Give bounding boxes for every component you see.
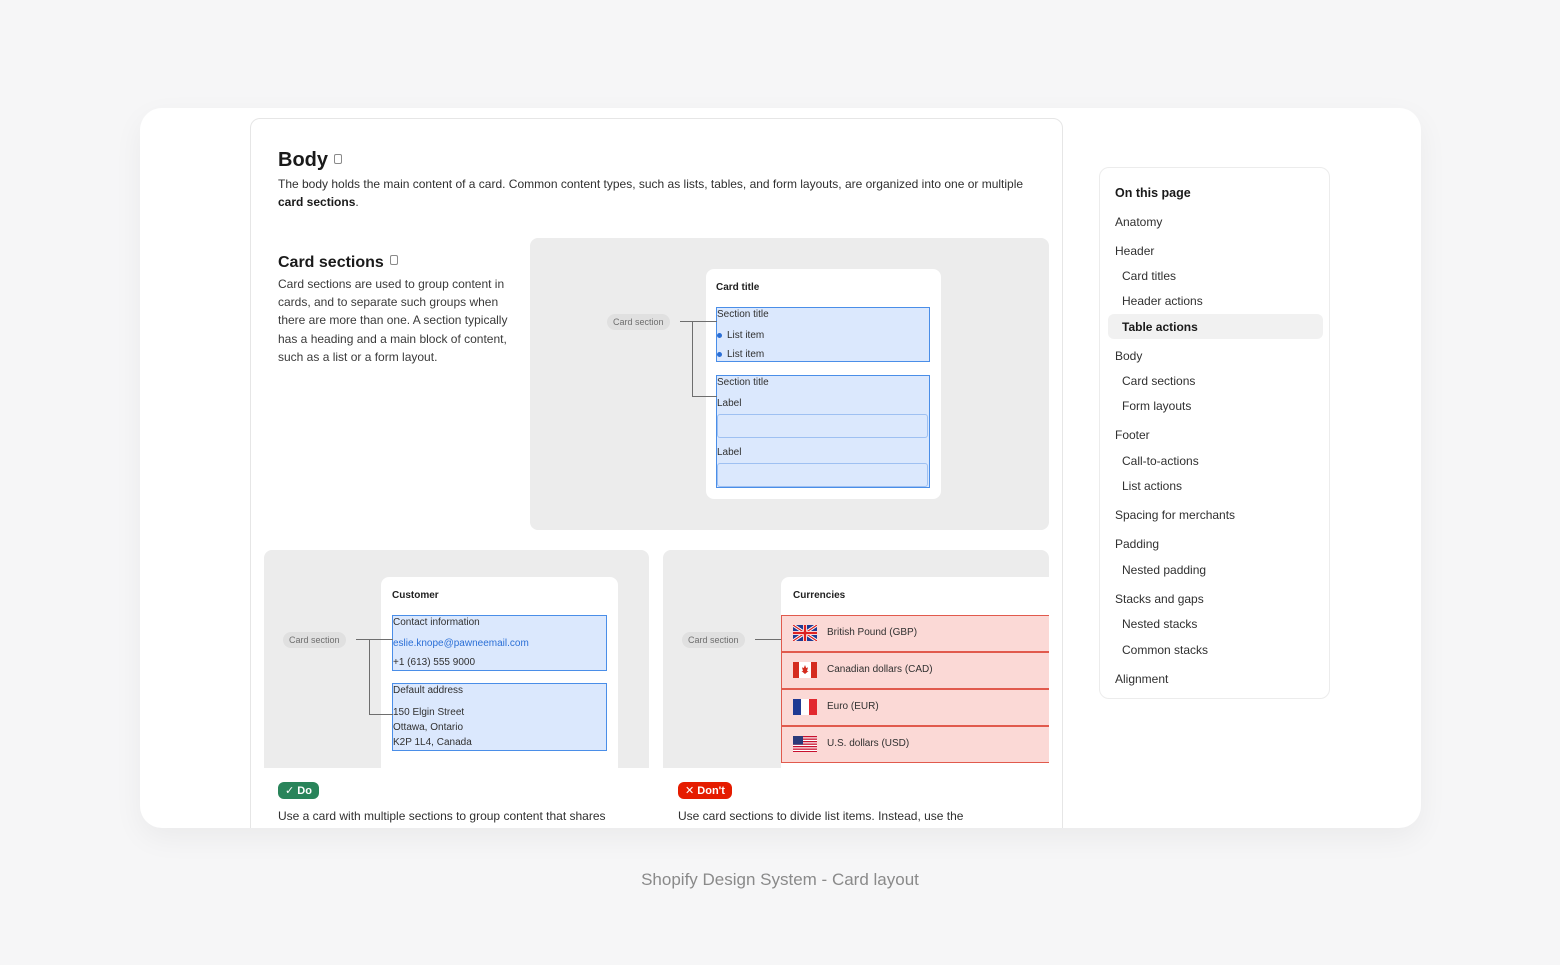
image-caption: Shopify Design System - Card layout xyxy=(641,870,919,889)
text-field xyxy=(717,414,928,438)
toc-item-list-actions[interactable]: List actions xyxy=(1122,479,1182,493)
card-title: Customer xyxy=(392,590,439,601)
card-title: Card title xyxy=(716,282,760,293)
toc-item-header-actions[interactable]: Header actions xyxy=(1122,294,1203,308)
list-item: List item xyxy=(727,349,765,360)
toc-item-call-to-actions[interactable]: Call-to-actions xyxy=(1122,454,1199,468)
toc-item-form-layouts[interactable]: Form layouts xyxy=(1122,399,1191,413)
connector-line xyxy=(369,714,393,715)
currency-row: British Pound (GBP) xyxy=(781,615,1049,652)
card-sections-description: Card sections are used to group content … xyxy=(278,277,508,364)
list-item: List item xyxy=(727,330,765,341)
toc-title: On this page xyxy=(1115,186,1191,200)
card-sections-heading: Card sections xyxy=(278,254,398,272)
card-title: Currencies xyxy=(793,590,846,601)
canada-flag-icon xyxy=(793,662,817,678)
toc-item-nested-padding[interactable]: Nested padding xyxy=(1122,563,1206,577)
do-example-illustration: Customer Contact information eslie.knope… xyxy=(264,550,649,768)
copy-link-icon[interactable] xyxy=(389,255,398,265)
toc-item-common-stacks[interactable]: Common stacks xyxy=(1122,643,1208,657)
do-caption: Use a card with multiple sections to gro… xyxy=(278,809,606,823)
toc-item-spacing-for-merchants[interactable]: Spacing for merchants xyxy=(1115,508,1235,522)
currencies-card: Currencies British Pound (GBP) Canadian … xyxy=(781,577,1049,768)
toc-item-table-actions[interactable]: Table actions xyxy=(1122,320,1198,334)
us-flag-icon xyxy=(793,736,817,752)
copy-link-icon[interactable] xyxy=(334,154,342,164)
section-title: Section title xyxy=(717,309,769,320)
toc-item-alignment[interactable]: Alignment xyxy=(1115,672,1168,686)
toc-item-anatomy[interactable]: Anatomy xyxy=(1115,215,1162,229)
section-highlight: Section title Label Label xyxy=(716,375,930,488)
illustration-card: Card title Section title List item List … xyxy=(706,269,941,499)
dont-caption: Use card sections to divide list items. … xyxy=(678,809,964,823)
body-description: The body holds the main content of a car… xyxy=(278,177,1024,209)
connector-line xyxy=(356,639,393,640)
currency-label: British Pound (GBP) xyxy=(827,627,918,638)
currency-label: Canadian dollars (CAD) xyxy=(827,664,933,675)
toc-item-card-sections[interactable]: Card sections xyxy=(1122,374,1195,388)
customer-card: Customer Contact information eslie.knope… xyxy=(381,577,618,768)
connector-line xyxy=(692,396,717,397)
card-section-pill: Card section xyxy=(682,632,745,648)
field-label: Label xyxy=(717,447,742,458)
section-title: Contact information xyxy=(393,617,480,628)
phone-text: +1 (613) 555 9000 xyxy=(393,657,476,668)
currency-label: Euro (EUR) xyxy=(827,701,879,712)
address-line: 150 Elgin Street xyxy=(393,707,465,718)
toc-item-header[interactable]: Header xyxy=(1115,244,1154,258)
main-content: Body The body holds the main content of … xyxy=(250,118,1063,828)
table-of-contents: On this page Anatomy Header Card titles … xyxy=(1099,167,1330,699)
card-section-pill: Card section xyxy=(607,314,670,330)
toc-item-padding[interactable]: Padding xyxy=(1115,537,1159,551)
currency-row: U.S. dollars (USD) xyxy=(781,726,1049,763)
body-heading: Body xyxy=(278,149,342,172)
address-line: Ottawa, Ontario xyxy=(393,722,464,733)
dont-badge: ✕ Don't xyxy=(678,782,732,799)
x-icon: ✕ xyxy=(685,785,698,797)
card-section-pill: Card section xyxy=(283,632,346,648)
card-sections-link[interactable]: card sections xyxy=(278,195,355,209)
uk-flag-icon xyxy=(793,625,817,641)
toc-item-stacks-and-gaps[interactable]: Stacks and gaps xyxy=(1115,592,1204,606)
section-title: Default address xyxy=(393,685,464,696)
address-line: K2P 1L4, Canada xyxy=(393,737,472,748)
toc-item-card-titles[interactable]: Card titles xyxy=(1122,269,1176,283)
check-icon: ✓ xyxy=(285,785,298,797)
field-label: Label xyxy=(717,398,742,409)
toc-item-nested-stacks[interactable]: Nested stacks xyxy=(1122,617,1197,631)
section-title: Section title xyxy=(717,377,769,388)
currency-row: Canadian dollars (CAD) xyxy=(781,652,1049,689)
connector-line xyxy=(369,639,370,714)
connector-line xyxy=(692,321,693,396)
bullet xyxy=(717,333,722,338)
toc-item-footer[interactable]: Footer xyxy=(1115,428,1150,442)
currency-row: Euro (EUR) xyxy=(781,689,1049,726)
anatomy-illustration: Card title Section title List item List … xyxy=(530,238,1049,530)
text-field xyxy=(717,463,928,487)
email-link[interactable]: eslie.knope@pawneemail.com xyxy=(393,638,529,649)
do-badge: ✓ Do xyxy=(278,782,319,799)
toc-item-body[interactable]: Body xyxy=(1115,349,1142,363)
section-highlight: Contact information eslie.knope@pawneema… xyxy=(392,615,607,671)
bullet xyxy=(717,352,722,357)
dont-example-illustration: Currencies British Pound (GBP) Canadian … xyxy=(663,550,1049,768)
screenshot-frame: Body The body holds the main content of … xyxy=(140,108,1421,828)
france-flag-icon xyxy=(793,699,817,715)
connector-line xyxy=(680,321,717,322)
currency-label: U.S. dollars (USD) xyxy=(827,738,910,749)
connector-line xyxy=(755,639,781,640)
section-highlight: Section title List item List item xyxy=(716,307,930,362)
section-highlight: Default address 150 Elgin Street Ottawa,… xyxy=(392,683,607,751)
